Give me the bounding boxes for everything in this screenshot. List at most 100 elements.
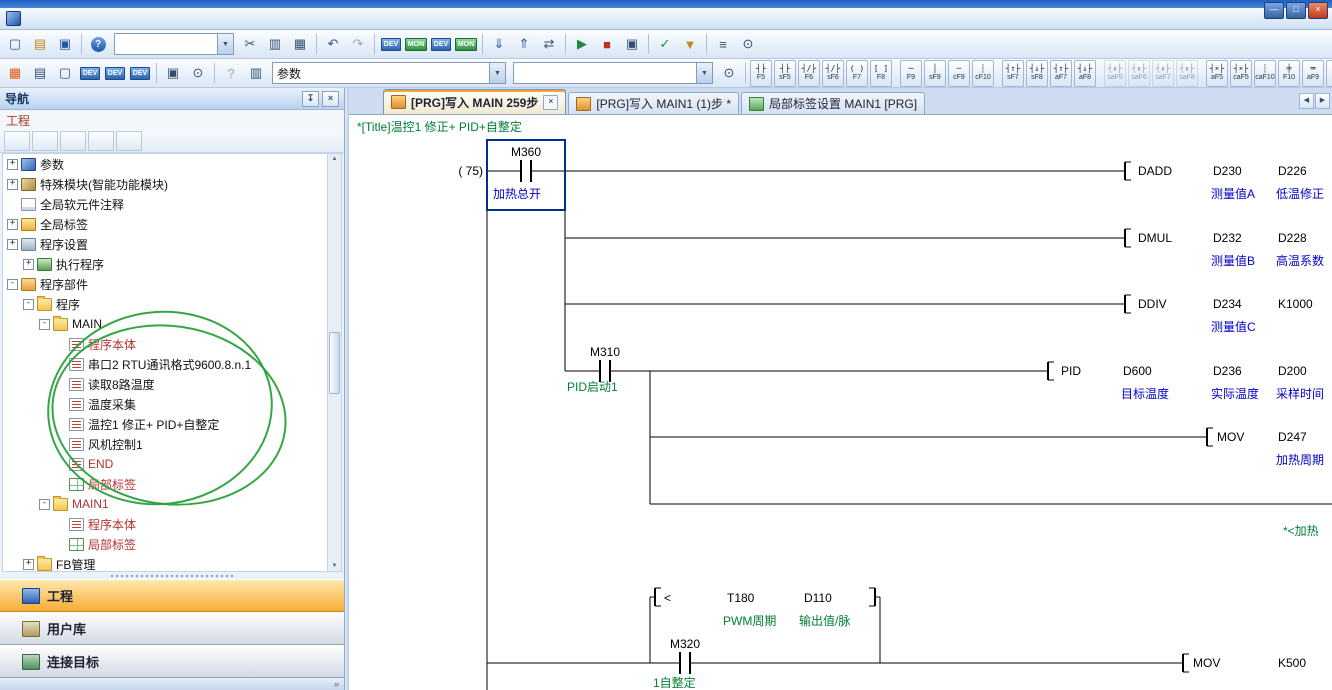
- connection-destination-view-button[interactable]: 连接目标: [0, 645, 344, 678]
- tree-expander-icon[interactable]: -: [39, 319, 50, 330]
- tree-expander-icon[interactable]: [55, 419, 66, 430]
- user-library-view-button[interactable]: 用户库: [0, 612, 344, 645]
- tree-item-global-device-comment[interactable]: 全局软元件注释: [3, 194, 328, 214]
- tab-prg-write-main1[interactable]: [PRG]写入 MAIN1 (1)步 *: [568, 92, 739, 114]
- tree-item-main1-program-body[interactable]: 程序本体: [3, 514, 328, 534]
- tree-display-button[interactable]: [4, 131, 30, 151]
- zoom-button[interactable]: ⊙: [736, 32, 760, 56]
- find-dropdown-button[interactable]: ⊙: [186, 61, 210, 85]
- operand[interactable]: D226: [1278, 164, 1307, 178]
- instruction-name[interactable]: DMUL: [1138, 231, 1172, 245]
- tree-item-fb-management[interactable]: + FB管理: [3, 554, 328, 571]
- restore-button[interactable]: □: [1286, 2, 1306, 19]
- tree-expander-icon[interactable]: [55, 539, 66, 550]
- keyword-search-combo[interactable]: 参数 ▼: [272, 62, 506, 84]
- tree-item-main1-local-label[interactable]: 局部标签: [3, 534, 328, 554]
- tree-collapse-button[interactable]: [32, 131, 58, 151]
- tree-item-execution-program[interactable]: + 执行程序: [3, 254, 328, 274]
- menu-diagnostics[interactable]: [125, 17, 139, 21]
- refresh-button[interactable]: [88, 131, 114, 151]
- tree-expander-icon[interactable]: [55, 339, 66, 350]
- search-button[interactable]: ⊙: [717, 61, 741, 85]
- build-button[interactable]: ▼: [678, 32, 702, 56]
- tab-scroll-left-icon[interactable]: ◀: [1299, 93, 1314, 109]
- operand[interactable]: T180: [727, 591, 755, 605]
- tree-expander-icon[interactable]: [55, 439, 66, 450]
- device-comment[interactable]: 低温修正: [1276, 186, 1324, 201]
- operand[interactable]: D247: [1278, 430, 1307, 444]
- open-project-button[interactable]: ▤: [28, 32, 52, 56]
- fkey-sf9-button[interactable]: │sF9: [924, 60, 946, 87]
- menu-view[interactable]: [83, 17, 97, 21]
- fkey-saf7-button[interactable]: ┤⇞├saF7: [1152, 60, 1174, 87]
- tree-expander-icon[interactable]: [7, 199, 18, 210]
- menu-convert-compile[interactable]: [69, 17, 83, 21]
- fkey-f9-button[interactable]: ─F9: [900, 60, 922, 87]
- paste-button[interactable]: ▦: [288, 32, 312, 56]
- tree-item-main-program-body[interactable]: 程序本体: [3, 334, 328, 354]
- watch-window-button[interactable]: ▣: [620, 32, 644, 56]
- tree-expander-icon[interactable]: [55, 479, 66, 490]
- copy-button[interactable]: ▥: [263, 32, 287, 56]
- tree-item-pou[interactable]: - 程序部件: [3, 274, 328, 294]
- fkey-af7-button[interactable]: ┤↑├aF7: [1050, 60, 1072, 87]
- tree-expander-icon[interactable]: [55, 379, 66, 390]
- minimize-button[interactable]: —: [1264, 2, 1284, 19]
- fkey-caf5-button[interactable]: ┤∗├caF5: [1230, 60, 1252, 87]
- operand[interactable]: D236: [1213, 364, 1242, 378]
- fkey-f8-button[interactable]: [ ]F8: [870, 60, 892, 87]
- scroll-down-icon[interactable]: ▼: [332, 563, 338, 569]
- device-comment[interactable]: 测量值B: [1211, 253, 1255, 268]
- device-comment[interactable]: 采样时间: [1276, 386, 1324, 401]
- device-monitor-button[interactable]: MON: [404, 32, 428, 56]
- operand[interactable]: D230: [1213, 164, 1242, 178]
- ladder-editor[interactable]: *[Title]温控1 修正+ PID+自整定( 75)M360加热总开DADD…: [349, 115, 1332, 690]
- monitor-stop-button[interactable]: ■: [595, 32, 619, 56]
- tree-item-main-local-label[interactable]: 局部标签: [3, 474, 328, 494]
- device-comment[interactable]: PWM周期: [723, 614, 776, 628]
- more-views-icon[interactable]: »: [334, 679, 339, 689]
- tree-expander-icon[interactable]: +: [7, 239, 18, 250]
- device-comment[interactable]: PID启动1: [567, 380, 618, 394]
- tree-item-end[interactable]: END: [3, 454, 328, 474]
- instruction-name[interactable]: MOV: [1217, 430, 1244, 444]
- fkey-af5-button[interactable]: ┤∗├aF5: [1206, 60, 1228, 87]
- intelligent-module-monitor-button[interactable]: ▣: [161, 61, 185, 85]
- tree-expander-icon[interactable]: +: [7, 179, 18, 190]
- tree-item-fan-control-1[interactable]: 风机控制1: [3, 434, 328, 454]
- operand[interactable]: K500: [1278, 656, 1306, 670]
- fkey-sf7-button[interactable]: ┤↑├sF7: [1002, 60, 1024, 87]
- tree-item-global-label[interactable]: + 全局标签: [3, 214, 328, 234]
- device-label[interactable]: M310: [590, 345, 620, 359]
- menu-project[interactable]: [27, 17, 41, 21]
- verify-with-plc-button[interactable]: ⇄: [537, 32, 561, 56]
- instruction-name[interactable]: PID: [1061, 364, 1081, 378]
- scrollbar-thumb[interactable]: [329, 332, 340, 394]
- compare-operator[interactable]: <: [664, 591, 671, 605]
- pin-icon[interactable]: ↧: [302, 91, 319, 107]
- operand[interactable]: D228: [1278, 231, 1307, 245]
- scroll-up-icon[interactable]: ▲: [332, 156, 338, 162]
- tree-item-program-folder[interactable]: - 程序: [3, 294, 328, 314]
- tree-expander-icon[interactable]: +: [7, 159, 18, 170]
- tree-item-temperature-collect[interactable]: 温度采集: [3, 394, 328, 414]
- menu-help[interactable]: [167, 17, 181, 21]
- cross-reference-button[interactable]: ▥: [244, 61, 268, 85]
- tree-expander-icon[interactable]: [55, 399, 66, 410]
- device-search-combo[interactable]: ▼: [513, 62, 713, 84]
- tree-expander-icon[interactable]: +: [7, 219, 18, 230]
- tab-scroll-right-icon[interactable]: ▶: [1315, 93, 1330, 109]
- tab-prg-write-main[interactable]: [PRG]写入 MAIN 259步 ×: [383, 89, 566, 114]
- tree-expander-icon[interactable]: +: [23, 259, 34, 270]
- menu-tools[interactable]: [139, 17, 153, 21]
- menu-edit[interactable]: [41, 17, 55, 21]
- save-project-button[interactable]: ▣: [53, 32, 77, 56]
- tree-expander-icon[interactable]: [55, 459, 66, 470]
- program-check-button[interactable]: ✓: [653, 32, 677, 56]
- device-comment[interactable]: 高温系数: [1276, 253, 1324, 268]
- comment-display-button[interactable]: ≡: [711, 32, 735, 56]
- operand[interactable]: D232: [1213, 231, 1242, 245]
- tree-expander-icon[interactable]: -: [39, 499, 50, 510]
- device-use-list-button[interactable]: DEV: [78, 61, 102, 85]
- operand[interactable]: D200: [1278, 364, 1307, 378]
